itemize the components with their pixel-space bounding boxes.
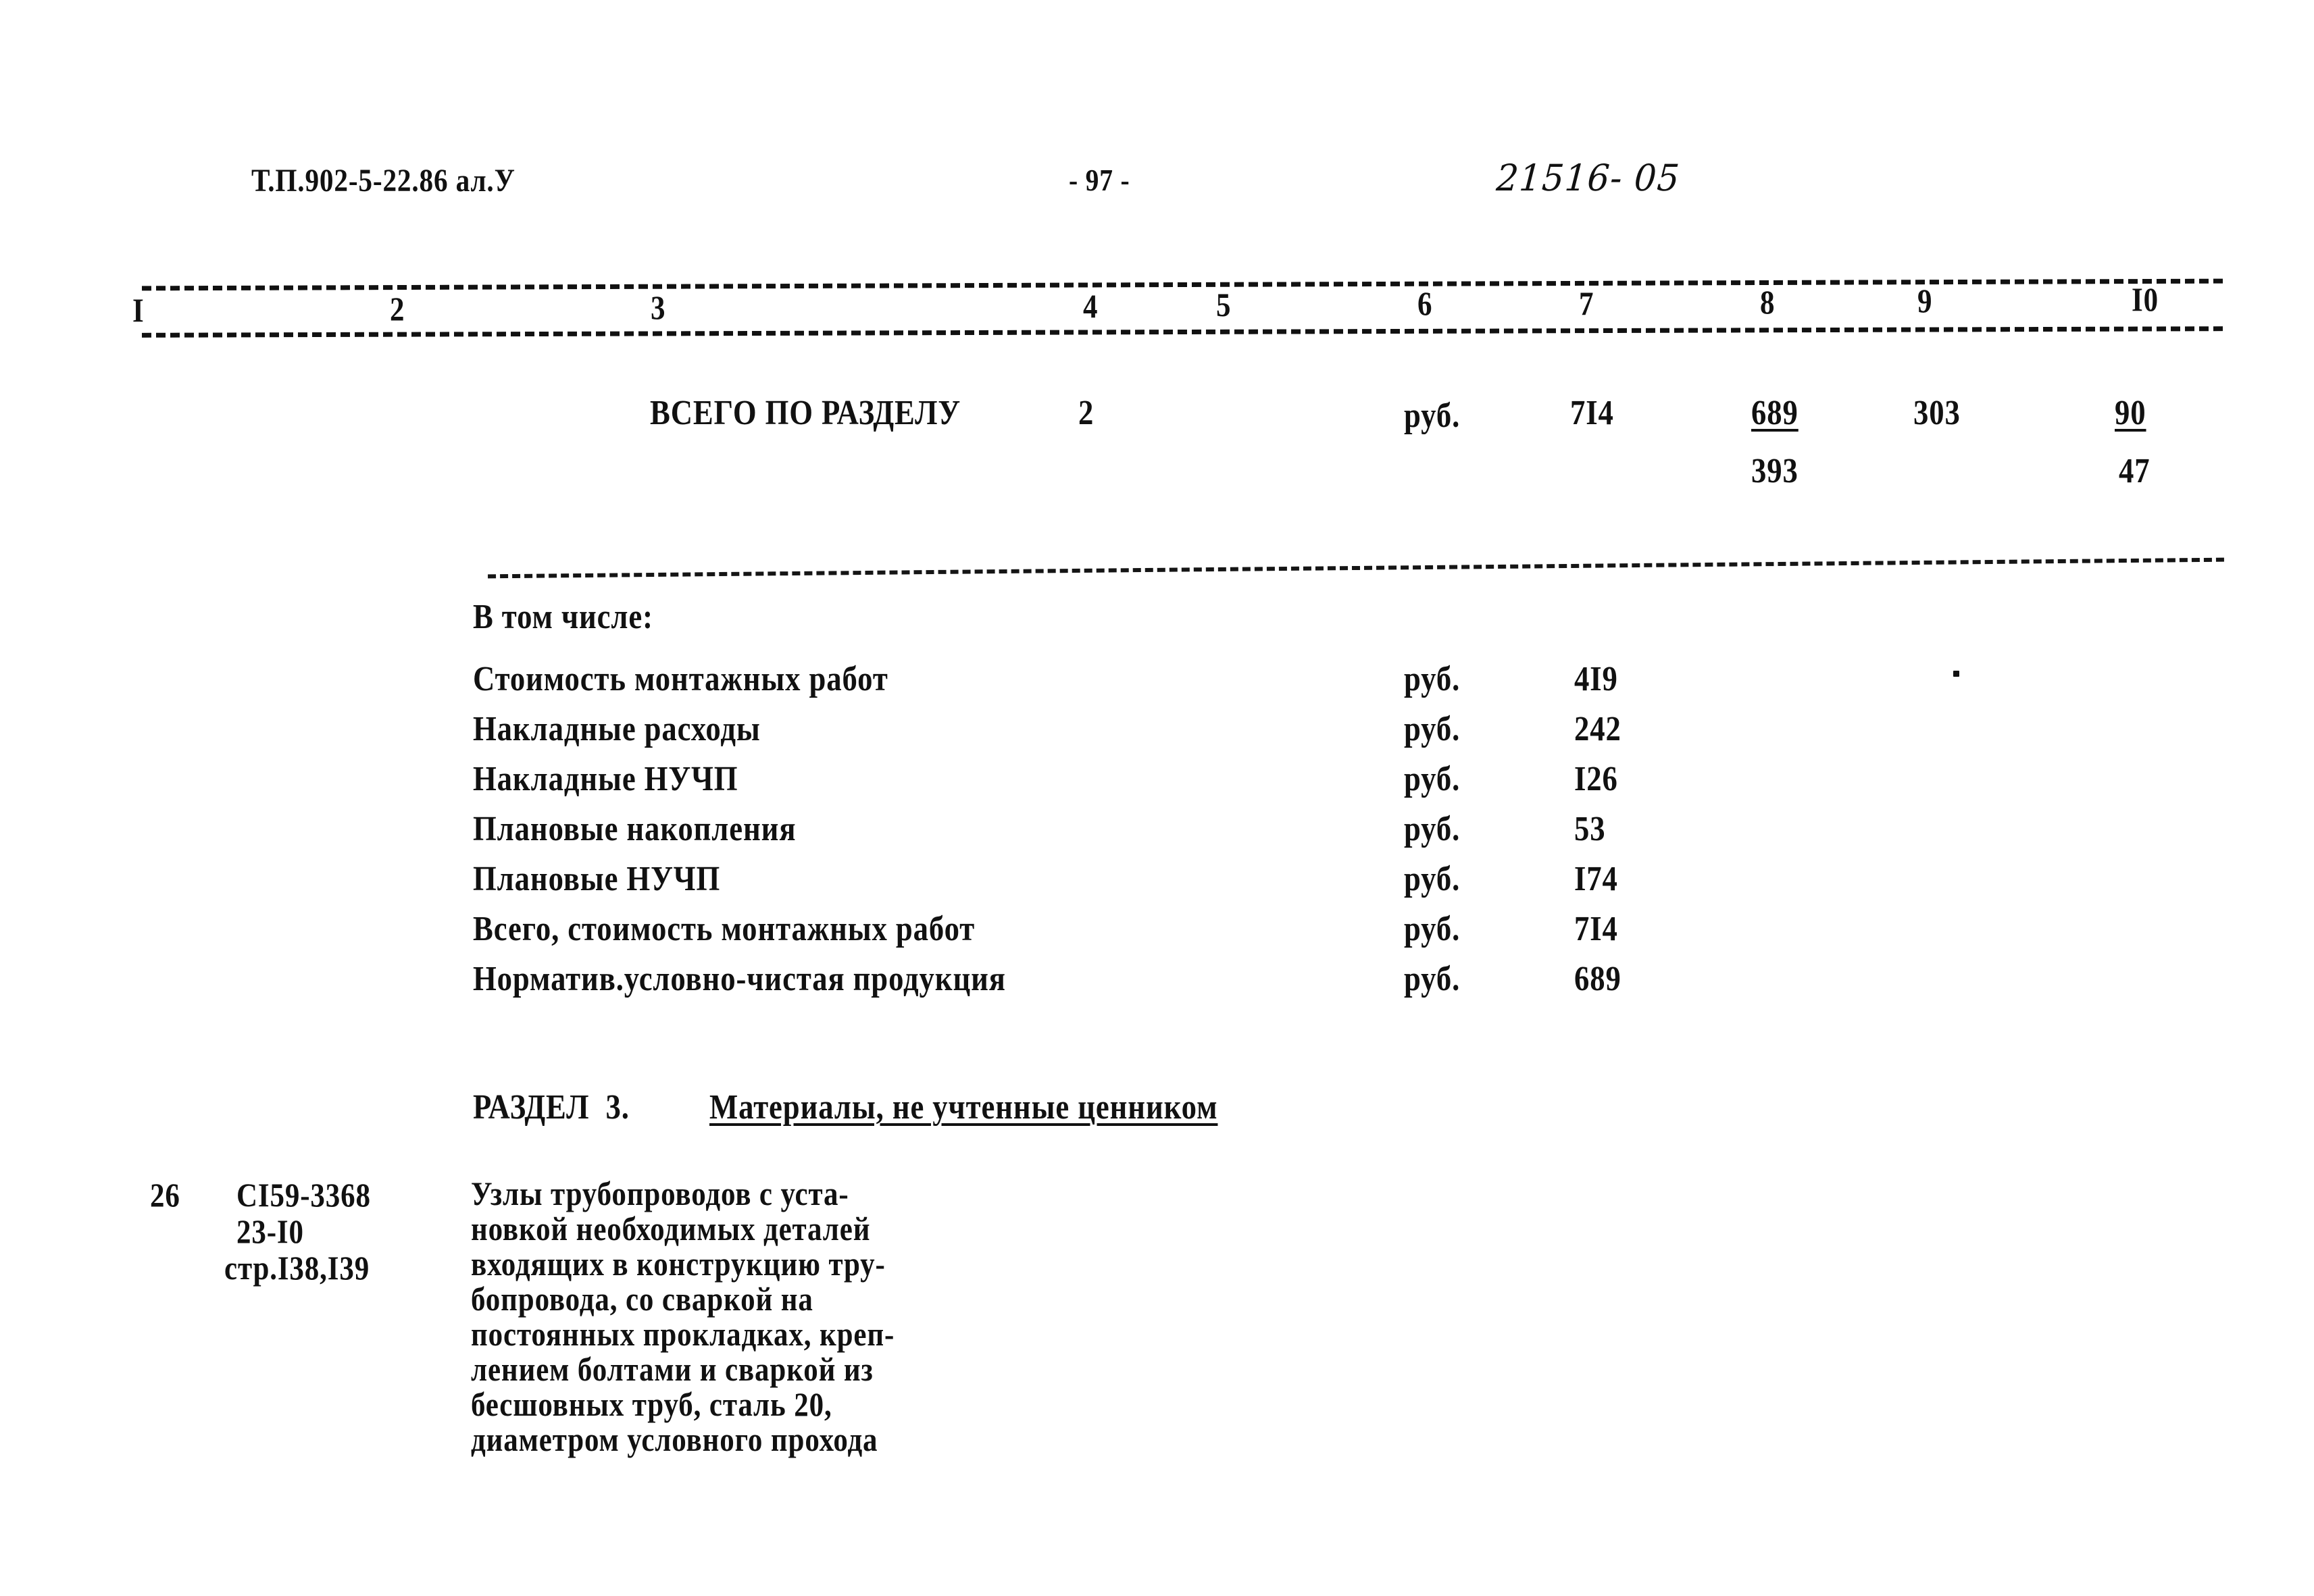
entry-description-line-6: бесшовных труб, сталь 20,	[471, 1385, 832, 1423]
breakdown-unit-3: руб.	[1404, 810, 1461, 848]
document-code: Т.П.902-5-22.86 ал.У	[251, 163, 515, 199]
column-number-5: 5	[1216, 286, 1232, 324]
total-row-col8-secondary-value: 393	[1751, 452, 1799, 490]
entry-description-line-4: постоянных прокладках, креп-	[471, 1315, 895, 1353]
entry-description-line-1: новкой необходимых деталей	[471, 1210, 871, 1247]
breakdown-value-3: 53	[1574, 810, 1606, 848]
breakdown-label-3: Плановые накопления	[473, 810, 797, 848]
breakdown-label-4: Плановые НУЧП	[473, 860, 721, 898]
total-row-col10-value: 90	[2115, 394, 2146, 432]
breakdown-unit-2: руб.	[1404, 760, 1461, 798]
breakdown-value-1: 242	[1574, 710, 1621, 748]
breakdown-label-6: Норматив.условно-чистая продукция	[473, 960, 1006, 998]
entry-index: 26	[150, 1176, 180, 1214]
breakdown-label-1: Накладные расходы	[473, 710, 761, 748]
scan-artifact-speck	[1953, 671, 1959, 677]
total-row-col8-value: 689	[1751, 394, 1799, 432]
total-row-col10-secondary-value: 47	[2119, 452, 2150, 490]
column-number-9: 9	[1917, 282, 1933, 319]
table-rule-under-column-numbers	[141, 326, 2223, 338]
breakdown-unit-1: руб.	[1404, 710, 1461, 748]
column-number-2: 2	[390, 290, 405, 328]
entry-description-line-5: лением болтами и сваркой из	[471, 1350, 874, 1388]
breakdown-value-4: I74	[1574, 860, 1618, 898]
total-row-col7-value: 7I4	[1570, 394, 1614, 432]
entry-description-line-7: диаметром условного прохода	[471, 1420, 878, 1458]
handwritten-annotation: 21516- 05	[1494, 157, 1682, 199]
breakdown-label-5: Всего, стоимость монтажных работ	[473, 910, 976, 948]
entry-description-line-3: бопровода, со сваркой на	[471, 1280, 813, 1318]
entry-description-line-0: Узлы трубопроводов с уста-	[471, 1175, 849, 1212]
entry-code-line-1: 23-I0	[236, 1212, 304, 1250]
entry-code-line-0: СI59-3368	[236, 1176, 371, 1214]
entry-description-line-2: входящих в конструкцию тру-	[471, 1245, 886, 1283]
entry-code-line-2: стр.I38,I39	[224, 1249, 370, 1287]
section-number-label: РАЗДЕЛ 3.	[473, 1088, 630, 1127]
table-rule-top	[141, 278, 2223, 291]
column-number-1: I	[132, 291, 145, 329]
column-number-8: 8	[1760, 283, 1776, 321]
breakdown-unit-6: руб.	[1404, 960, 1461, 998]
breakdown-unit-0: руб.	[1404, 660, 1461, 698]
total-row-col9-value: 303	[1913, 394, 1961, 432]
breakdown-value-0: 4I9	[1574, 660, 1618, 698]
column-number-7: 7	[1579, 284, 1594, 322]
scanned-page: Т.П.902-5-22.86 ал.У - 97 - 21516- 05 I …	[0, 0, 2314, 1596]
column-number-4: 4	[1083, 287, 1099, 325]
total-row-label: ВСЕГО ПО РАЗДЕЛУ	[650, 394, 961, 432]
total-row-unit: руб.	[1404, 396, 1461, 435]
breakdown-value-2: I26	[1574, 760, 1618, 798]
breakdown-value-5: 7I4	[1574, 910, 1618, 948]
breakdown-unit-5: руб.	[1404, 910, 1461, 948]
breakdown-heading: В том числе:	[473, 598, 653, 636]
section-title: Материалы, не учтенные ценником	[709, 1088, 1218, 1127]
column-number-6: 6	[1417, 284, 1433, 322]
breakdown-value-6: 689	[1574, 960, 1621, 998]
column-number-3: 3	[651, 288, 666, 326]
breakdown-label-2: Накладные НУЧП	[473, 760, 738, 798]
breakdown-unit-4: руб.	[1404, 860, 1461, 898]
table-rule-under-totals	[488, 557, 2224, 579]
breakdown-label-0: Стоимость монтажных работ	[473, 660, 888, 698]
total-row-quantity: 2	[1078, 394, 1095, 432]
page-number: - 97 -	[1069, 163, 1130, 197]
column-number-10: I0	[2132, 280, 2159, 318]
